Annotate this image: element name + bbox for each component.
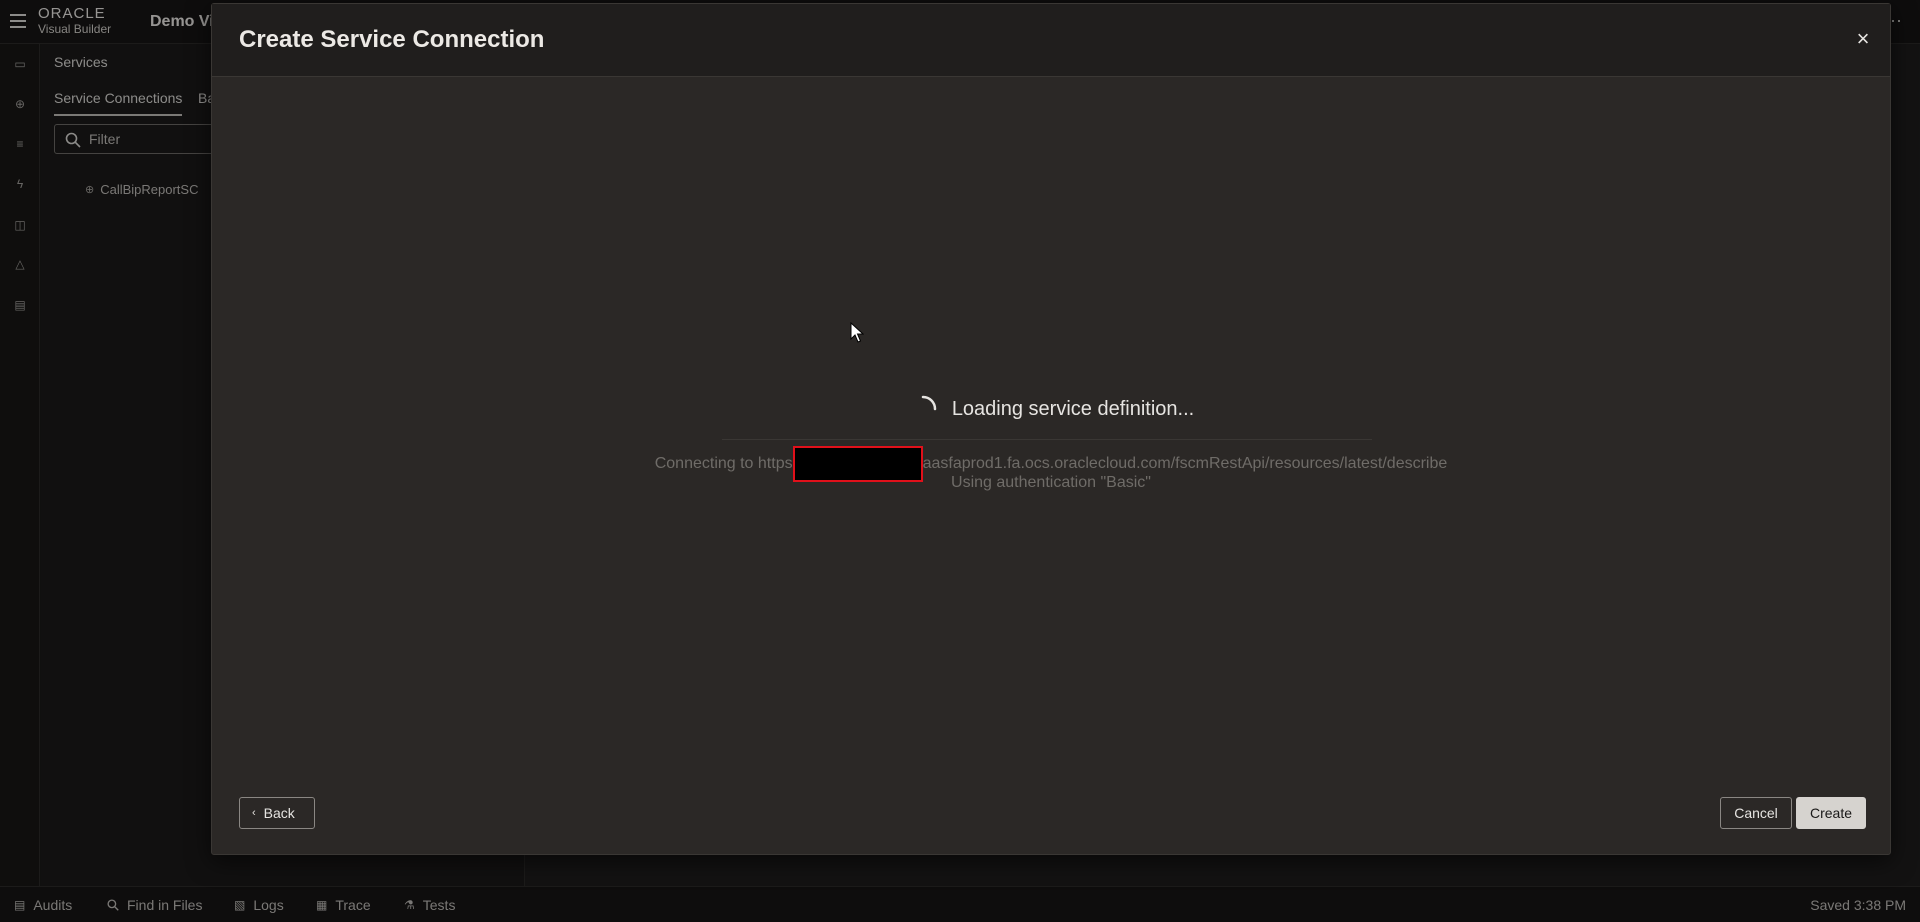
back-button[interactable]: ‹ Back xyxy=(239,797,315,829)
mouse-cursor-icon xyxy=(850,322,864,343)
connection-url-suffix: aasfaprod1.fa.ocs.oraclecloud.com/fscmRe… xyxy=(922,455,1448,472)
connection-status: Connecting to https aasfaprod1.fa.ocs.ora… xyxy=(212,446,1890,482)
create-service-connection-dialog: Create Service Connection × Loading serv… xyxy=(211,3,1891,855)
close-icon[interactable]: × xyxy=(1850,26,1876,52)
back-label: Back xyxy=(263,805,295,821)
loading-text: Loading service definition... xyxy=(951,397,1195,420)
connection-url-prefix: Connecting to https xyxy=(654,455,793,472)
dialog-header: Create Service Connection × xyxy=(212,4,1890,77)
spinner-icon xyxy=(921,395,937,411)
loading-indicator: Loading service definition... xyxy=(212,394,1890,429)
chevron-left-icon: ‹ xyxy=(252,807,256,819)
cancel-button[interactable]: Cancel xyxy=(1720,797,1792,829)
authentication-status: Using authentication "Basic" xyxy=(951,474,1151,491)
create-button[interactable]: Create xyxy=(1796,797,1866,829)
loading-divider xyxy=(722,439,1372,440)
dialog-title: Create Service Connection xyxy=(239,26,545,53)
